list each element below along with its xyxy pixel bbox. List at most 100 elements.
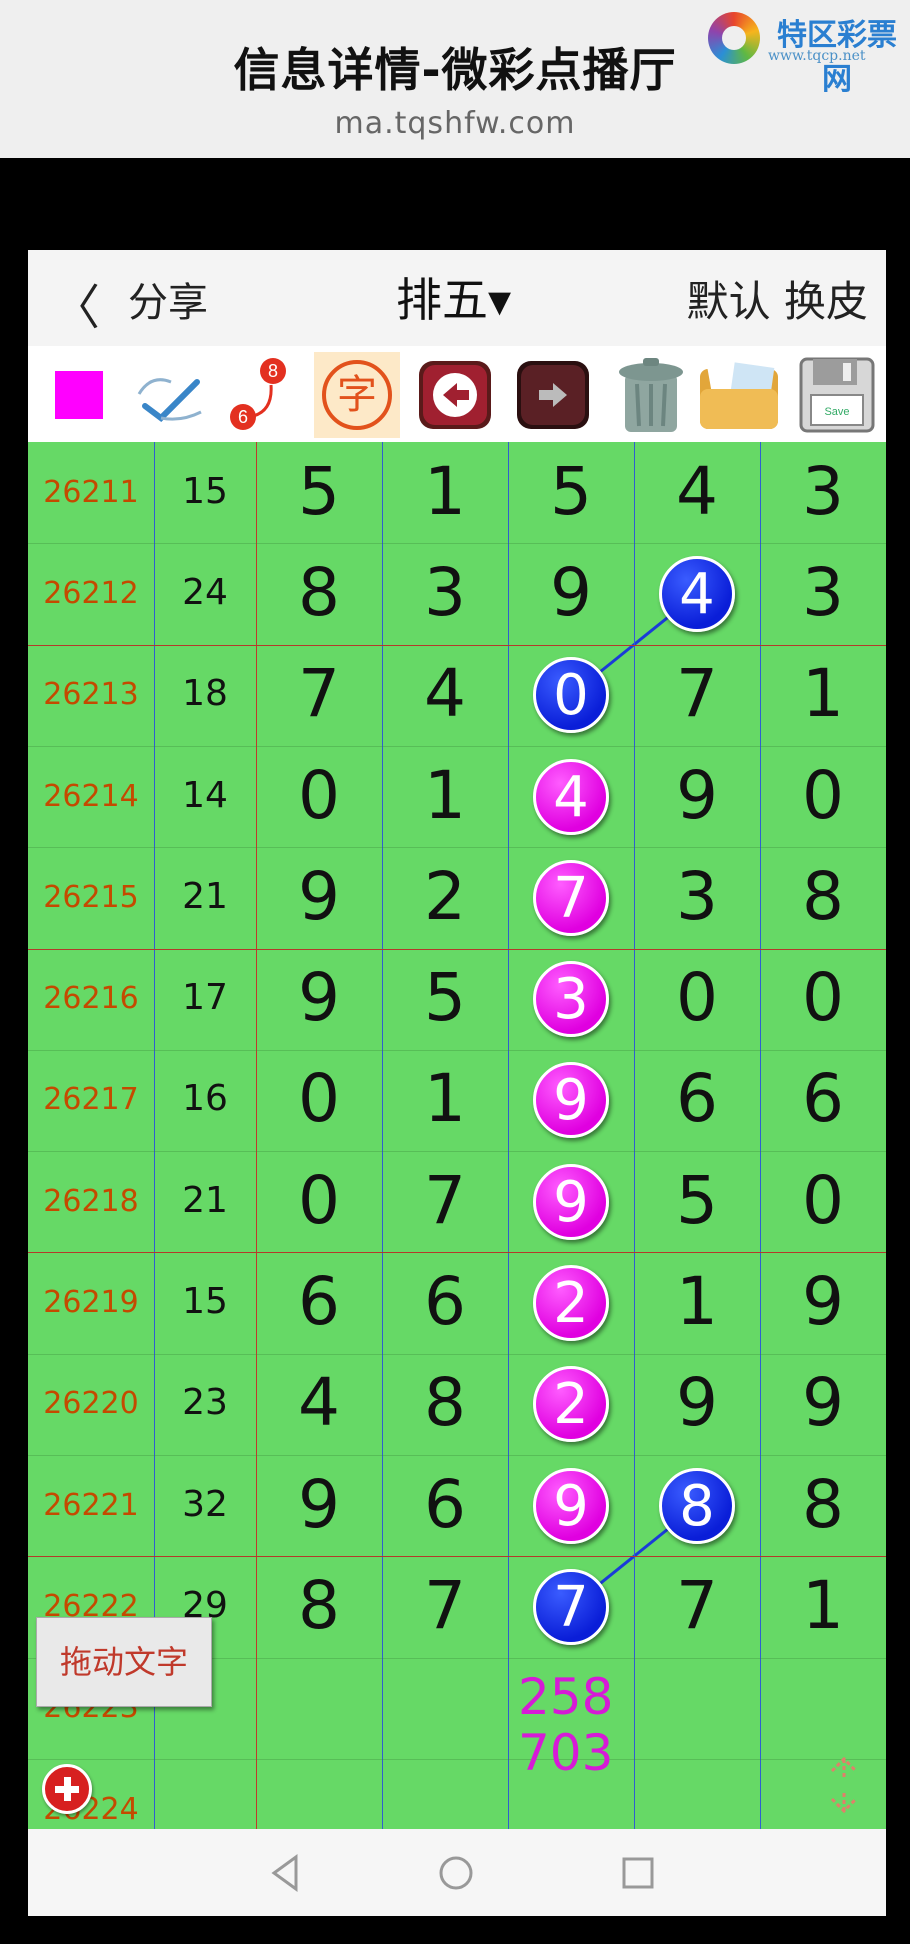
digit-cell[interactable]: 9 [256, 858, 382, 935]
digit-cell[interactable]: 6 [382, 1466, 508, 1543]
highlighted-digit-ball[interactable]: 9 [533, 1467, 609, 1544]
digit-cell[interactable]: 3 [634, 858, 760, 935]
digit-cell[interactable]: 7 [256, 655, 382, 732]
connect-numbers-icon[interactable]: 86 [218, 352, 304, 438]
share-button[interactable]: 分享 [128, 270, 208, 328]
digit-cell[interactable]: 9 [760, 1263, 886, 1340]
sum-value: 15 [182, 1281, 228, 1323]
issue-number: 26211 [43, 474, 139, 510]
digit-cell[interactable]: 1 [760, 655, 886, 732]
photo-folder-icon[interactable] [696, 352, 782, 438]
highlighted-digit-ball[interactable]: 7 [533, 859, 609, 936]
digit-cell[interactable]: 5 [256, 453, 382, 530]
connect-top-number: 8 [268, 361, 278, 381]
sum-value: 17 [182, 977, 228, 1019]
digit-cell[interactable]: 4 [256, 1364, 382, 1441]
nav-back-icon[interactable] [266, 1851, 306, 1895]
digit-cell[interactable]: 1 [382, 453, 508, 530]
add-button[interactable] [42, 1764, 92, 1814]
digit-cell[interactable]: 8 [256, 554, 382, 631]
digit-cell[interactable]: 7 [634, 1567, 760, 1644]
digit-cell[interactable]: 0 [634, 959, 760, 1036]
connect-bottom-number: 6 [238, 407, 248, 427]
digit-cell[interactable]: 7 [382, 1162, 508, 1239]
digit-cell[interactable]: 4 [634, 453, 760, 530]
issue-number: 26219 [43, 1285, 139, 1321]
nav-recents-icon[interactable] [618, 1851, 658, 1895]
digit-cell[interactable]: 9 [256, 1466, 382, 1543]
digit-cell[interactable]: 3 [382, 554, 508, 631]
pen-check-icon[interactable] [128, 352, 214, 438]
redo-arrow-icon[interactable] [510, 352, 596, 438]
color-square-icon[interactable] [36, 352, 122, 438]
digit-cell[interactable]: 0 [760, 959, 886, 1036]
highlighted-digit-ball[interactable]: 3 [533, 961, 609, 1038]
digit-cell[interactable]: 7 [634, 655, 760, 732]
digit-cell[interactable]: 1 [760, 1567, 886, 1644]
digit-cell[interactable]: 6 [634, 1060, 760, 1137]
digit-cell[interactable]: 0 [256, 1060, 382, 1137]
save-floppy-icon[interactable]: Save [794, 352, 880, 438]
issue-number: 26220 [43, 1386, 139, 1422]
grid-row-divider [28, 644, 886, 646]
digit-cell[interactable]: 2 [382, 858, 508, 935]
highlighted-digit-ball[interactable]: 7 [533, 1568, 609, 1645]
highlighted-digit-ball[interactable]: 2 [533, 1366, 609, 1443]
sum-value: 15 [182, 470, 228, 512]
highlighted-digit-ball[interactable]: 9 [533, 1163, 609, 1240]
digit-cell[interactable]: 8 [382, 1364, 508, 1441]
nav-home-icon[interactable] [436, 1851, 476, 1895]
digit-cell[interactable]: 9 [634, 757, 760, 834]
text-tool-icon[interactable]: 字 [314, 352, 400, 438]
game-selector[interactable]: 排五▾ [396, 264, 511, 330]
digit-cell[interactable]: 5 [508, 453, 634, 530]
highlighted-digit-ball[interactable]: 4 [659, 555, 735, 632]
drag-text-button[interactable]: 拖动文字 [36, 1617, 212, 1707]
highlighted-digit-ball[interactable]: 4 [533, 758, 609, 835]
issue-number: 26221 [43, 1487, 139, 1523]
sum-value: 23 [182, 1382, 228, 1424]
issue-number: 26218 [43, 1183, 139, 1219]
digit-cell[interactable]: 5 [382, 959, 508, 1036]
grid-row-divider [28, 543, 886, 545]
digit-cell[interactable]: 6 [382, 1263, 508, 1340]
digit-cell[interactable]: 4 [382, 655, 508, 732]
undo-arrow-icon[interactable] [412, 352, 498, 438]
digit-cell[interactable]: 0 [256, 1162, 382, 1239]
digit-cell[interactable]: 8 [760, 1466, 886, 1543]
digit-cell[interactable]: 9 [634, 1364, 760, 1441]
highlighted-digit-ball[interactable]: 2 [533, 1265, 609, 1342]
digit-cell[interactable]: 0 [760, 757, 886, 834]
highlighted-digit-ball[interactable]: 9 [533, 1062, 609, 1139]
change-skin-button[interactable]: 换皮 [784, 277, 868, 326]
highlighted-digit-ball[interactable]: 0 [533, 657, 609, 734]
digit-cell[interactable]: 6 [760, 1060, 886, 1137]
digit-cell[interactable]: 7 [382, 1567, 508, 1644]
grid-row-divider [28, 745, 886, 747]
issue-number: 26212 [43, 575, 139, 611]
scroll-arrows-icon[interactable] [824, 1755, 864, 1815]
digit-cell[interactable]: 1 [382, 1060, 508, 1137]
digit-cell[interactable]: 9 [760, 1364, 886, 1441]
digit-cell[interactable]: 0 [256, 757, 382, 834]
digit-cell[interactable]: 5 [634, 1162, 760, 1239]
highlighted-digit-ball[interactable]: 8 [659, 1467, 735, 1544]
digit-cell[interactable]: 9 [508, 554, 634, 631]
digit-cell[interactable]: 1 [634, 1263, 760, 1340]
browser-title-bar: 信息详情-微彩点播厅 ma.tqshfw.com 特区彩票网 www.tqcp.… [0, 0, 910, 158]
digit-cell[interactable]: 3 [760, 453, 886, 530]
digit-cell[interactable]: 0 [760, 1162, 886, 1239]
grid-row-divider [28, 1049, 886, 1051]
prediction-number: 703 [518, 1723, 614, 1782]
default-button[interactable]: 默认 [687, 277, 771, 326]
sum-value: 32 [182, 1483, 228, 1525]
save-floppy-label: Save [824, 406, 849, 418]
digit-cell[interactable]: 3 [760, 554, 886, 631]
trash-can-icon[interactable] [608, 352, 694, 438]
back-button[interactable]: 〈 [52, 268, 100, 338]
digit-cell[interactable]: 6 [256, 1263, 382, 1340]
digit-cell[interactable]: 9 [256, 959, 382, 1036]
digit-cell[interactable]: 1 [382, 757, 508, 834]
digit-cell[interactable]: 8 [760, 858, 886, 935]
digit-cell[interactable]: 8 [256, 1567, 382, 1644]
